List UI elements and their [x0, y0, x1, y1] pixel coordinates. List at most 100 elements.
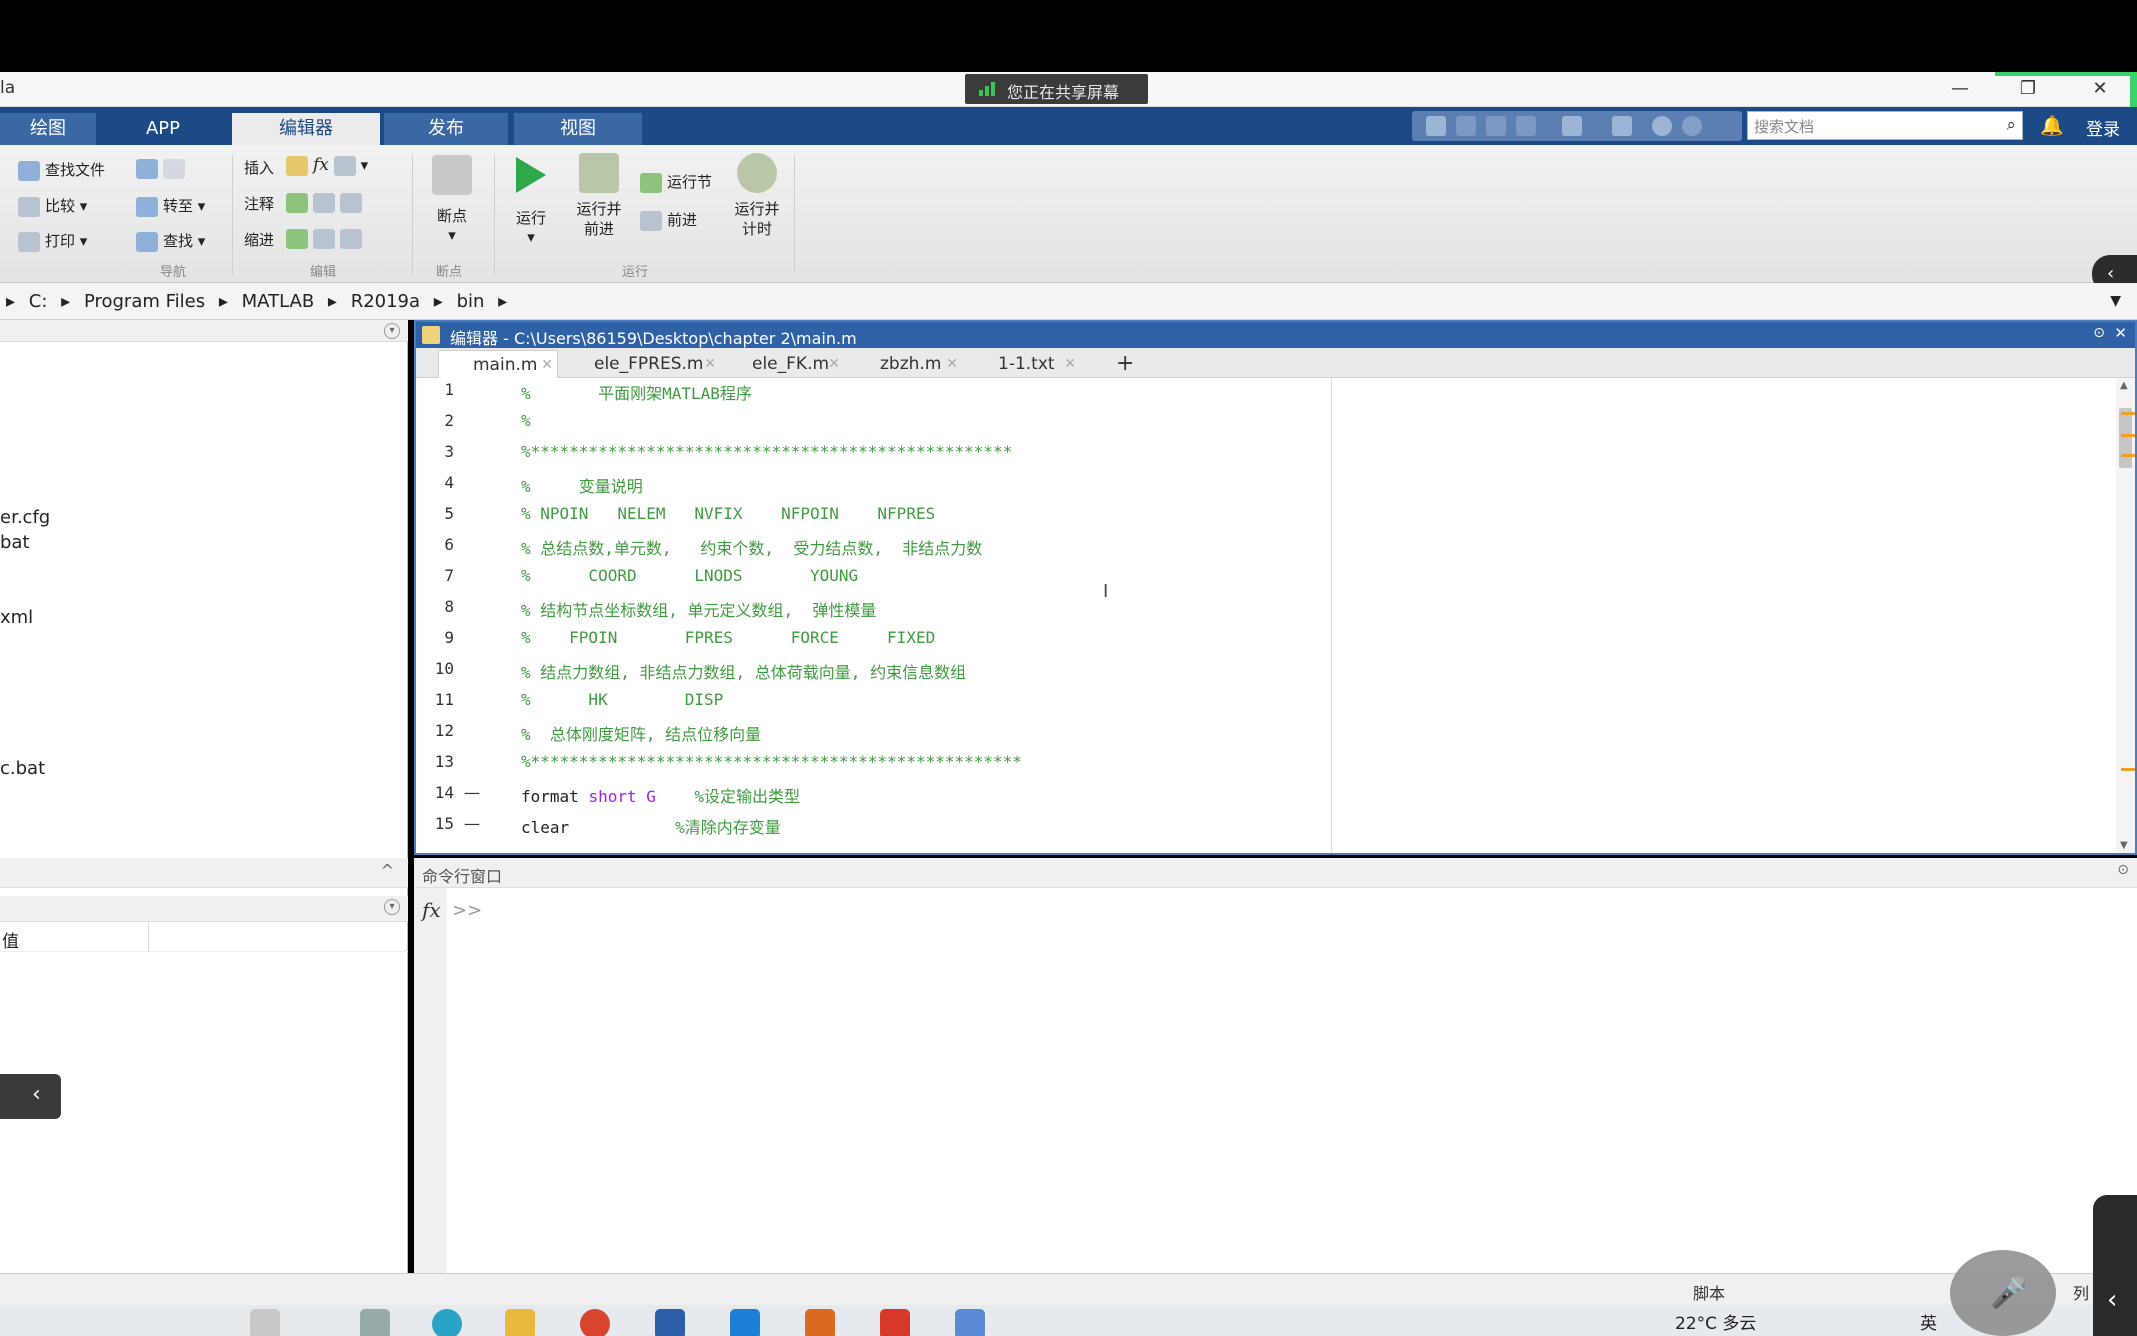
line-number[interactable]: 6: [416, 535, 454, 554]
close-tab-icon[interactable]: ✕: [704, 356, 716, 372]
code-line[interactable]: % 总结点数,单元数, 约束个数, 受力结点数, 非结点力数: [521, 535, 982, 559]
code-line[interactable]: % NPOIN NELEM NVFIX NFPOIN NFPRES: [521, 504, 935, 523]
close-tab-icon[interactable]: ✕: [541, 357, 553, 373]
scrollbar-thumb[interactable]: [2119, 408, 2132, 468]
save-icon[interactable]: [1426, 116, 1446, 136]
code-line[interactable]: % COORD LNODS YOUNG: [521, 566, 858, 585]
paste-icon[interactable]: [1516, 116, 1536, 136]
column-divider[interactable]: [148, 922, 149, 952]
copy-icon[interactable]: [1486, 116, 1506, 136]
bell-icon[interactable]: 🔔: [2040, 114, 2064, 137]
nav-extra-buttons[interactable]: [136, 159, 190, 179]
code-line[interactable]: %***************************************…: [521, 442, 1012, 461]
school-app-icon[interactable]: [655, 1309, 685, 1336]
options-icon[interactable]: [1682, 116, 1702, 136]
code-line[interactable]: % FPOIN FPRES FORCE FIXED: [521, 628, 935, 647]
line-number[interactable]: 14: [416, 783, 454, 802]
help-icon[interactable]: [1652, 116, 1672, 136]
file-tab-zbzh[interactable]: zbzh.m ✕: [846, 350, 962, 378]
store-icon[interactable]: [730, 1309, 760, 1336]
breadcrumb-program-files[interactable]: Program Files: [84, 291, 205, 312]
minimize-button[interactable]: —: [1935, 74, 1985, 104]
chevron-down-icon[interactable]: ▼: [2110, 293, 2121, 309]
file-item[interactable]: er.cfg: [0, 507, 50, 528]
close-button[interactable]: ✕: [2075, 74, 2125, 104]
chevron-up-icon[interactable]: ^: [381, 861, 394, 880]
line-number[interactable]: 2: [416, 411, 454, 430]
app-icon[interactable]: [880, 1309, 910, 1336]
weather-widget[interactable]: 22°C 多云: [1675, 1309, 1756, 1334]
run-button[interactable]: 运行 ▾: [510, 157, 552, 246]
side-panel-toggle[interactable]: ‹: [2093, 1195, 2137, 1336]
close-tab-icon[interactable]: ✕: [828, 356, 840, 372]
indent-button[interactable]: 缩进: [244, 229, 274, 250]
insert-button[interactable]: 插入: [244, 157, 274, 178]
code-analyzer-marker[interactable]: [2121, 768, 2135, 771]
find-files-button[interactable]: 查找文件: [18, 159, 105, 181]
workspace-value-column[interactable]: 值: [0, 922, 408, 952]
goto-button[interactable]: 转至 ▾: [136, 195, 205, 217]
line-number[interactable]: 10: [416, 659, 454, 678]
file-tab-1-1-txt[interactable]: 1-1.txt ✕: [964, 350, 1080, 378]
run-and-time-button[interactable]: 运行并 计时: [730, 153, 784, 239]
edit-icons-row1[interactable]: fx ▾: [286, 155, 368, 176]
run-advance-button[interactable]: 运行并 前进: [574, 153, 624, 239]
tab-apps[interactable]: APP: [108, 113, 218, 145]
editor-options-icon[interactable]: ⊙: [2093, 325, 2105, 341]
input-language-indicator[interactable]: 英: [1920, 1309, 1937, 1334]
code-line[interactable]: % HK DISP: [521, 690, 723, 709]
address-bar[interactable]: ▸ C: ▸ Program Files ▸ MATLAB ▸ R2019a ▸…: [0, 283, 2137, 320]
code-analyzer-marker[interactable]: [2121, 434, 2135, 437]
line-number[interactable]: 11: [416, 690, 454, 709]
panel-options-icon[interactable]: ⊙: [2117, 862, 2129, 878]
tab-plots[interactable]: 绘图: [0, 113, 96, 145]
print-button[interactable]: 打印 ▾: [18, 230, 87, 252]
line-number[interactable]: 7: [416, 566, 454, 585]
search-app-icon[interactable]: [250, 1309, 280, 1336]
code-line[interactable]: % 总体刚度矩阵, 结点位移向量: [521, 721, 761, 745]
scroll-down-icon[interactable]: ▼: [2120, 840, 2128, 851]
compare-button[interactable]: 比较 ▾: [18, 195, 87, 217]
matlab-icon[interactable]: [805, 1309, 835, 1336]
code-analyzer-marker[interactable]: [2121, 412, 2135, 415]
line-number[interactable]: 9: [416, 628, 454, 647]
breadcrumb-drive[interactable]: C:: [29, 291, 48, 312]
file-tab-main[interactable]: main.m ✕: [438, 350, 558, 378]
task-view-icon[interactable]: [360, 1309, 390, 1336]
undo-icon[interactable]: [1562, 116, 1582, 136]
tab-editor[interactable]: 编辑器: [232, 113, 380, 145]
line-number[interactable]: 4: [416, 473, 454, 492]
breadcrumb-matlab[interactable]: MATLAB: [242, 291, 315, 312]
code-line[interactable]: % 变量说明: [521, 473, 643, 497]
breadcrumb-version[interactable]: R2019a: [351, 291, 420, 312]
restore-button[interactable]: ❐: [2003, 74, 2053, 104]
chrome-icon[interactable]: [580, 1309, 610, 1336]
breadcrumb-bin[interactable]: bin: [457, 291, 485, 312]
switch-windows-icon[interactable]: [1612, 116, 1632, 136]
advance-button[interactable]: 前进: [640, 209, 697, 231]
line-number[interactable]: 13: [416, 752, 454, 771]
add-tab-button[interactable]: +: [1116, 351, 1134, 376]
edit-icons-row3[interactable]: [286, 229, 367, 249]
code-line[interactable]: clear %清除内存变量: [521, 814, 781, 838]
file-item[interactable]: xml: [0, 607, 33, 628]
editor-close-icon[interactable]: ✕: [2114, 324, 2127, 342]
code-line[interactable]: % 结点力数组, 非结点力数组, 总体荷载向量, 约束信息数组: [521, 659, 966, 683]
search-documentation-input[interactable]: 搜索文档 ⌕: [1747, 111, 2023, 140]
screen-share-badge[interactable]: 您正在共享屏幕: [965, 74, 1148, 104]
tab-view[interactable]: 视图: [514, 113, 642, 145]
code-line[interactable]: %: [521, 411, 531, 430]
tab-publish[interactable]: 发布: [384, 113, 508, 145]
line-number[interactable]: 12: [416, 721, 454, 740]
cut-icon[interactable]: [1456, 116, 1476, 136]
search-icon[interactable]: ⌕: [2006, 115, 2016, 135]
line-number[interactable]: 1: [416, 380, 454, 399]
edge-browser-icon[interactable]: [432, 1309, 462, 1336]
command-prompt[interactable]: >>: [452, 900, 482, 921]
panel-options-icon[interactable]: ▾: [384, 323, 400, 339]
app-icon[interactable]: [955, 1309, 985, 1336]
find-button[interactable]: 查找 ▾: [136, 230, 205, 252]
mic-muted-bubble[interactable]: 🎤: [1950, 1250, 2056, 1336]
code-line[interactable]: % 结构节点坐标数组, 单元定义数组, 弹性模量: [521, 597, 876, 621]
code-line[interactable]: % 平面刚架MATLAB程序: [521, 380, 752, 404]
